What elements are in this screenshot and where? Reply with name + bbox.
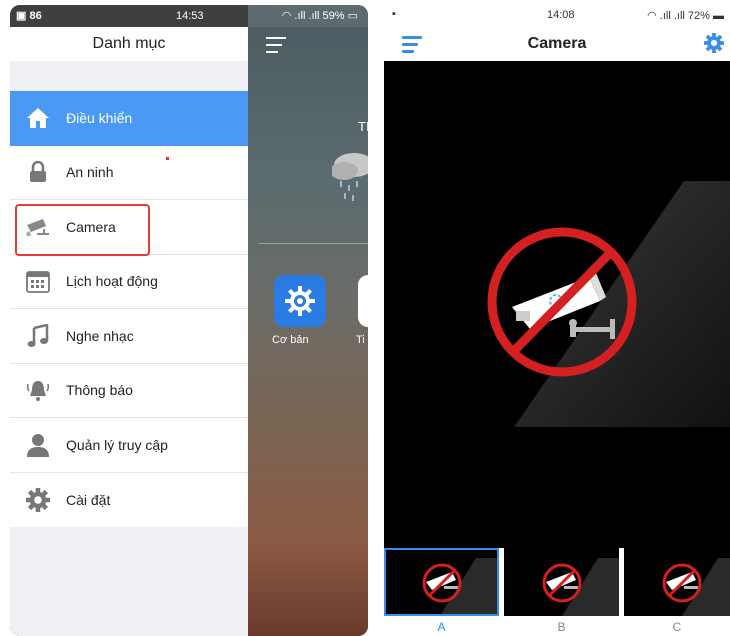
thumbnail-a[interactable] [384,548,499,616]
camera-thumbnails [384,548,730,616]
menu-item-label: Lịch hoạt động [66,273,158,290]
status-time: 14:08 [547,9,575,21]
no-camera-icon [662,558,730,616]
battery-level: 59% [322,10,345,22]
left-phone-screen: ▣ 86 14:53 ◠ .ıll .ıll 59% ▭ TI Cơ bản T… [10,5,368,636]
menu-icon[interactable] [266,37,286,58]
menu-item-security[interactable]: An ninh [10,146,248,200]
navigation-drawer: Danh mục Điều khiển An ninh Camera Lịch … [10,27,248,636]
status-left: ▣ 86 [16,10,42,22]
camera-highlight-box [15,204,150,256]
menu-item-label: Cài đặt [66,491,111,508]
thumbnail-label-a[interactable]: A [384,620,499,634]
red-marker [166,157,169,160]
status-right: ◠ .ıll .ıll 59% ▭ [281,10,358,22]
menu-item-label: Nghe nhạc [66,327,134,344]
drawer-title: Danh mục [10,27,248,61]
menu-item-music[interactable]: Nghe nhạc [10,309,248,364]
right-phone-screen: ▪ 14:08 ◠ .ıll .ıll 72% ▬ Camera A B C [384,5,730,636]
camera-view[interactable] [384,61,730,547]
weather-cloud-icon [332,153,368,201]
gear-icon [285,286,315,316]
user-icon [24,431,52,459]
no-camera-placeholder [487,181,730,427]
thumbnail-b[interactable] [504,548,619,616]
menu-item-settings[interactable]: Cài đặt [10,473,248,528]
thumbnail-label-c[interactable]: C [624,620,730,634]
second-app-tile[interactable] [358,275,368,327]
basic-app-label: Cơ bản [272,334,309,346]
menu-item-control[interactable]: Điều khiển [10,91,248,146]
status-left-value: 86 [29,10,42,22]
second-app-label: Ti [356,334,365,346]
menu-item-label: An ninh [66,164,114,181]
lock-icon [24,158,52,186]
basic-app-tile[interactable] [274,275,326,327]
no-camera-icon [542,558,619,616]
status-bar: ▪ 14:08 ◠ .ıll .ıll 72% ▬ [384,5,730,25]
menu-item-label: Quản lý truy cập [66,436,168,453]
status-bar: ▣ 86 14:53 ◠ .ıll .ıll 59% ▭ [10,5,368,27]
image-icon: ▪ [392,8,396,20]
menu-item-label: Điều khiển [66,109,133,126]
thumbnail-c[interactable] [624,548,730,616]
status-right: ◠ .ıll .ıll 72% ▬ [647,10,724,22]
menu-item-schedule[interactable]: Lịch hoạt động [10,255,248,309]
battery-level: 72% [687,10,710,22]
thumbnail-labels: A B C [384,616,730,636]
page-title: Camera [527,35,587,52]
home-icon [24,104,52,132]
status-time: 14:53 [176,10,204,22]
home-screen-underlay: TI Cơ bản Ti [248,27,368,636]
music-icon [24,322,52,350]
menu-item-notification[interactable]: Thông báo [10,364,248,418]
drawer-menu: Điều khiển An ninh Camera Lịch hoạt động [10,91,248,527]
calendar-icon [24,267,52,295]
menu-item-label: Thông báo [66,382,133,399]
app-bar: Camera [384,25,730,61]
thumbnail-label-b[interactable]: B [504,620,619,634]
weather-label: TI [358,119,368,134]
bell-icon [24,376,52,404]
divider [258,243,368,244]
drawer-gap [10,61,248,91]
menu-item-access[interactable]: Quản lý truy cập [10,418,248,473]
gear-icon [24,486,52,514]
gear-icon[interactable] [704,33,724,53]
no-camera-icon [422,558,497,614]
